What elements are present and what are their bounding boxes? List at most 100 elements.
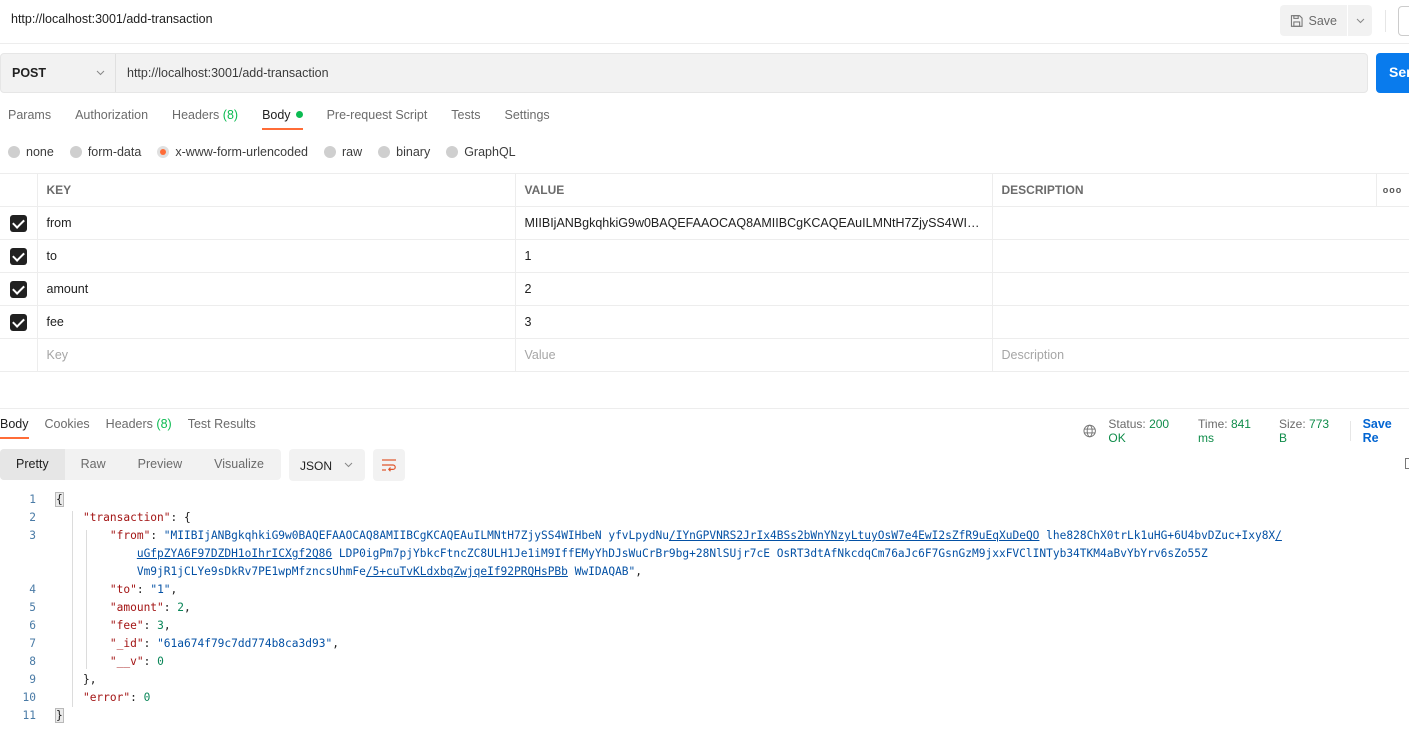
value-cell[interactable]: 2 xyxy=(514,272,993,306)
json-key: "transaction" xyxy=(82,511,171,524)
value-cell[interactable]: 1 xyxy=(514,239,993,273)
method-select[interactable]: POST xyxy=(1,54,116,92)
tab-params[interactable]: Params xyxy=(8,108,51,130)
row-checkbox[interactable] xyxy=(9,247,27,265)
request-title-bar: http://localhost:3001/add-transaction Sa… xyxy=(0,0,1409,44)
view-visualize[interactable]: Visualize xyxy=(198,449,280,480)
description-cell[interactable] xyxy=(991,272,1409,306)
key-cell[interactable]: from xyxy=(36,206,516,240)
json-key: "amount" xyxy=(109,601,164,614)
more-horizontal-icon[interactable]: ooo xyxy=(1375,173,1409,207)
line-number: 3 xyxy=(29,529,36,542)
json-number: 0 xyxy=(143,691,151,704)
json-punctuation xyxy=(56,655,110,668)
code-content: Vm9jR1jCLYe9sDkRv7PE1wpMfzncsUhmFe/5+cuT… xyxy=(36,563,642,581)
json-key: "error" xyxy=(82,691,131,704)
save-button[interactable]: Save xyxy=(1280,5,1347,36)
json-punctuation: }, xyxy=(82,673,97,686)
radio-form-data[interactable]: form-data xyxy=(69,145,142,159)
json-punctuation xyxy=(56,547,137,560)
request-title[interactable]: http://localhost:3001/add-transaction xyxy=(11,12,213,26)
code-content: } xyxy=(36,707,64,725)
json-number: 3 xyxy=(157,619,164,632)
time-readout[interactable]: Time: 841 ms xyxy=(1198,417,1267,445)
format-select[interactable]: JSON xyxy=(289,449,365,481)
json-punctuation xyxy=(56,511,83,524)
body-indicator-dot xyxy=(295,111,303,118)
table-row: amount 2 xyxy=(0,272,1409,306)
url-input[interactable] xyxy=(116,54,1367,92)
radio-graphql[interactable]: GraphQL xyxy=(446,145,516,159)
code-line: 3 "from": "MIIBIjANBgkqhkiG9w0BAQEFAAOCA… xyxy=(0,527,1409,545)
new-value-input[interactable]: Value xyxy=(514,338,993,372)
tab-headers[interactable]: Headers (8) xyxy=(172,108,238,130)
code-line: 11} xyxy=(0,707,1409,725)
description-cell[interactable] xyxy=(991,239,1409,273)
json-string: "1" xyxy=(150,583,171,596)
tab-pre-request-script[interactable]: Pre-request Script xyxy=(327,108,428,130)
key-cell[interactable]: to xyxy=(36,239,516,273)
request-response-divider[interactable] xyxy=(0,408,1409,409)
json-string: / xyxy=(1275,529,1282,542)
response-tab-cookies[interactable]: Cookies xyxy=(45,417,90,439)
response-tab-body[interactable]: Body xyxy=(0,417,29,439)
radio-none[interactable]: none xyxy=(8,145,54,159)
view-preview[interactable]: Preview xyxy=(122,449,198,480)
response-body-code[interactable]: 1{2 "transaction": {3 "from": "MIIBIjANB… xyxy=(0,491,1409,725)
json-number: 0 xyxy=(157,655,164,668)
request-tabs: Params Authorization Headers (8) Body Pr… xyxy=(8,108,550,130)
response-tabs: Body Cookies Headers (8) Test Results xyxy=(0,417,256,439)
row-checkbox[interactable] xyxy=(9,214,27,232)
format-label: JSON xyxy=(300,459,333,473)
row-checkbox[interactable] xyxy=(9,280,27,298)
json-string: lhe828ChX0trLk1uHG+6U4bvDZuc+Ixy8X xyxy=(1039,529,1276,542)
url-bar: POST xyxy=(0,53,1368,93)
view-pretty[interactable]: Pretty xyxy=(0,449,65,480)
status-readout[interactable]: Status: 200 OK xyxy=(1108,417,1186,445)
code-line: 1{ xyxy=(0,491,1409,509)
response-tab-test-results[interactable]: Test Results xyxy=(188,417,256,439)
new-description-input[interactable]: Description xyxy=(991,338,1409,372)
radio-label: GraphQL xyxy=(464,145,516,159)
time-label: Time: xyxy=(1198,417,1228,431)
tab-label: Headers xyxy=(105,417,153,431)
tab-settings[interactable]: Settings xyxy=(504,108,549,130)
value-cell[interactable]: 3 xyxy=(514,305,993,339)
wrap-lines-button[interactable] xyxy=(373,449,405,481)
radio-x-www-form-urlencoded[interactable]: x-www-form-urlencoded xyxy=(157,145,308,159)
description-cell[interactable] xyxy=(991,206,1409,240)
table-row: to 1 xyxy=(0,239,1409,273)
tab-tests[interactable]: Tests xyxy=(451,108,480,130)
line-number: 2 xyxy=(29,511,36,524)
radio-label: binary xyxy=(396,145,431,159)
radio-binary[interactable]: binary xyxy=(378,145,430,159)
radio-circle-selected xyxy=(157,146,170,158)
key-cell[interactable]: amount xyxy=(36,272,516,306)
save-response-button[interactable]: Save Re xyxy=(1363,417,1409,445)
radio-raw[interactable]: raw xyxy=(324,145,362,159)
tab-body[interactable]: Body xyxy=(262,108,303,130)
globe-icon[interactable] xyxy=(1083,424,1096,438)
line-number: 9 xyxy=(29,673,36,686)
json-punctuation: , xyxy=(635,565,643,578)
row-checkbox[interactable] xyxy=(9,313,27,331)
size-readout[interactable]: Size: 773 B xyxy=(1279,417,1338,445)
new-key-input[interactable]: Key xyxy=(36,338,516,372)
view-raw[interactable]: Raw xyxy=(65,449,122,480)
radio-label: x-www-form-urlencoded xyxy=(175,145,308,159)
description-cell[interactable] xyxy=(991,305,1409,339)
radio-label: form-data xyxy=(87,145,142,159)
line-number: 7 xyxy=(29,637,36,650)
tab-label: Body xyxy=(262,108,291,122)
tab-authorization[interactable]: Authorization xyxy=(75,108,148,130)
send-button[interactable]: Send xyxy=(1376,53,1409,93)
response-tab-headers[interactable]: Headers (8) xyxy=(106,417,172,439)
value-cell[interactable]: MIIBIjANBgkqhkiG9w0BAQEFAAOCAQ8AMIIBCgKC… xyxy=(514,206,993,240)
save-options-button[interactable] xyxy=(1348,5,1372,36)
toolbar-edge-button[interactable] xyxy=(1398,6,1409,36)
tab-label: Pre-request Script xyxy=(326,108,428,122)
json-string: "61a674f79c7dd774b8ca3d93" xyxy=(157,637,333,650)
json-string: LDP0igPm7pjYbkcFtncZC8ULH1Je1iM9IffEMyYh… xyxy=(332,547,1208,560)
copy-icon[interactable] xyxy=(1405,458,1409,469)
key-cell[interactable]: fee xyxy=(36,305,516,339)
